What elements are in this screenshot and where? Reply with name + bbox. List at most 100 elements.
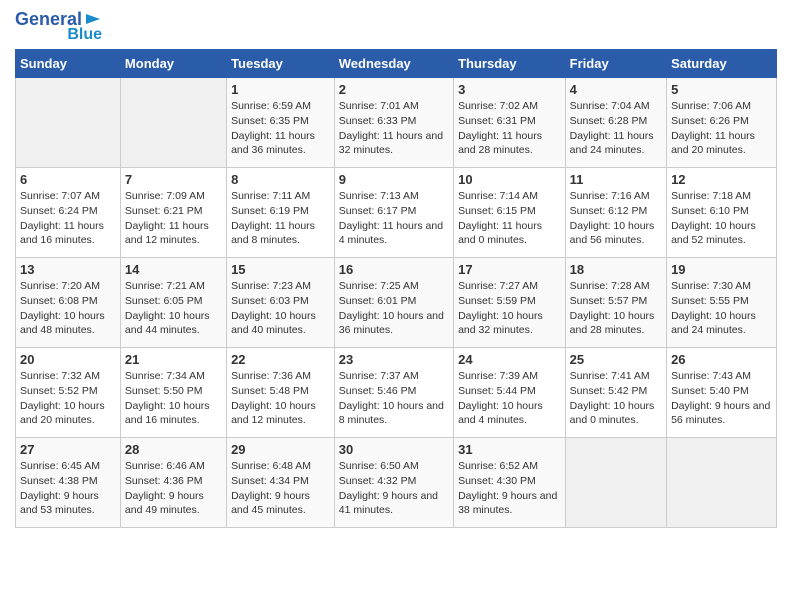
day-info: Sunrise: 6:45 AMSunset: 4:38 PMDaylight:… [20,459,116,518]
weekday-header-thursday: Thursday [454,50,566,78]
day-info: Sunrise: 7:34 AMSunset: 5:50 PMDaylight:… [125,369,222,428]
calendar-cell: 31Sunrise: 6:52 AMSunset: 4:30 PMDayligh… [454,438,566,528]
day-number: 3 [458,82,561,97]
calendar-cell: 6Sunrise: 7:07 AMSunset: 6:24 PMDaylight… [16,168,121,258]
calendar-cell [120,78,226,168]
day-number: 14 [125,262,222,277]
day-number: 24 [458,352,561,367]
day-number: 4 [570,82,662,97]
day-number: 20 [20,352,116,367]
calendar-cell: 10Sunrise: 7:14 AMSunset: 6:15 PMDayligh… [454,168,566,258]
day-info: Sunrise: 6:50 AMSunset: 4:32 PMDaylight:… [339,459,449,518]
calendar-cell: 18 Sunrise: 7:28 AMSunset: 5:57 PMDayligh… [565,258,666,348]
day-info: Sunrise: 7:43 AMSunset: 5:40 PMDaylight:… [671,369,772,428]
calendar-cell: 11 Sunrise: 7:16 AMSunset: 6:12 PMDayligh… [565,168,666,258]
day-info: Sunrise: 6:59 AMSunset: 6:35 PMDaylight:… [231,99,330,158]
weekday-header-tuesday: Tuesday [227,50,335,78]
calendar-cell [667,438,777,528]
calendar-cell: 30 Sunrise: 6:50 AMSunset: 4:32 PMDayligh… [334,438,453,528]
day-number: 27 [20,442,116,457]
calendar-cell: 22 Sunrise: 7:36 AMSunset: 5:48 PMDayligh… [227,348,335,438]
day-number: 26 [671,352,772,367]
day-info: Sunrise: 7:18 AMSunset: 6:10 PMDaylight:… [671,189,772,248]
weekday-header-friday: Friday [565,50,666,78]
day-info: Sunrise: 7:04 AMSunset: 6:28 PMDaylight:… [570,99,662,158]
day-info: Sunrise: 7:20 AMSunset: 6:08 PMDaylight:… [20,279,116,338]
calendar-cell: 26 Sunrise: 7:43 AMSunset: 5:40 PMDayligh… [667,348,777,438]
day-number: 12 [671,172,772,187]
page-header: General Blue [15,10,777,43]
calendar-cell: 19 Sunrise: 7:30 AMSunset: 5:55 PMDayligh… [667,258,777,348]
day-number: 9 [339,172,449,187]
day-number: 15 [231,262,330,277]
calendar-cell: 5 Sunrise: 7:06 AMSunset: 6:26 PMDaylight… [667,78,777,168]
day-number: 19 [671,262,772,277]
day-number: 31 [458,442,561,457]
calendar-cell: 8Sunrise: 7:11 AMSunset: 6:19 PMDaylight… [227,168,335,258]
day-info: Sunrise: 7:21 AMSunset: 6:05 PMDaylight:… [125,279,222,338]
calendar-cell: 7 Sunrise: 7:09 AMSunset: 6:21 PMDaylight… [120,168,226,258]
calendar-cell: 29 Sunrise: 6:48 AMSunset: 4:34 PMDayligh… [227,438,335,528]
calendar-week-5: 27 Sunrise: 6:45 AMSunset: 4:38 PMDayligh… [16,438,777,528]
weekday-header-monday: Monday [120,50,226,78]
calendar-cell: 4 Sunrise: 7:04 AMSunset: 6:28 PMDaylight… [565,78,666,168]
logo-blue: Blue [67,26,102,44]
day-info: Sunrise: 7:02 AMSunset: 6:31 PMDaylight:… [458,99,561,158]
day-number: 28 [125,442,222,457]
calendar-cell: 9Sunrise: 7:13 AMSunset: 6:17 PMDaylight… [334,168,453,258]
day-number: 18 [570,262,662,277]
logo: General Blue [15,10,102,43]
day-number: 6 [20,172,116,187]
day-number: 22 [231,352,330,367]
day-number: 13 [20,262,116,277]
day-number: 8 [231,172,330,187]
calendar-cell [16,78,121,168]
calendar-cell [565,438,666,528]
calendar-week-4: 20 Sunrise: 7:32 AMSunset: 5:52 PMDayligh… [16,348,777,438]
calendar-cell: 16 Sunrise: 7:25 AMSunset: 6:01 PMDayligh… [334,258,453,348]
day-info: Sunrise: 6:48 AMSunset: 4:34 PMDaylight:… [231,459,330,518]
day-info: Sunrise: 7:32 AMSunset: 5:52 PMDaylight:… [20,369,116,428]
day-info: Sunrise: 7:39 AMSunset: 5:44 PMDaylight:… [458,369,561,428]
day-number: 2 [339,82,449,97]
calendar-week-2: 6Sunrise: 7:07 AMSunset: 6:24 PMDaylight… [16,168,777,258]
day-number: 11 [570,172,662,187]
day-info: Sunrise: 7:23 AMSunset: 6:03 PMDaylight:… [231,279,330,338]
day-info: Sunrise: 7:01 AMSunset: 6:33 PMDaylight:… [339,99,449,158]
day-info: Sunrise: 7:28 AMSunset: 5:57 PMDaylight:… [570,279,662,338]
calendar-cell: 14 Sunrise: 7:21 AMSunset: 6:05 PMDayligh… [120,258,226,348]
calendar-week-1: 1 Sunrise: 6:59 AMSunset: 6:35 PMDaylight… [16,78,777,168]
day-info: Sunrise: 7:25 AMSunset: 6:01 PMDaylight:… [339,279,449,338]
calendar-body: 1 Sunrise: 6:59 AMSunset: 6:35 PMDaylight… [16,78,777,528]
calendar-cell: 12 Sunrise: 7:18 AMSunset: 6:10 PMDayligh… [667,168,777,258]
day-info: Sunrise: 7:14 AMSunset: 6:15 PMDaylight:… [458,189,561,248]
calendar-cell: 21 Sunrise: 7:34 AMSunset: 5:50 PMDayligh… [120,348,226,438]
calendar-cell: 15 Sunrise: 7:23 AMSunset: 6:03 PMDayligh… [227,258,335,348]
calendar-cell: 25Sunrise: 7:41 AMSunset: 5:42 PMDayligh… [565,348,666,438]
calendar-cell: 20 Sunrise: 7:32 AMSunset: 5:52 PMDayligh… [16,348,121,438]
calendar-cell: 2 Sunrise: 7:01 AMSunset: 6:33 PMDaylight… [334,78,453,168]
day-info: Sunrise: 7:30 AMSunset: 5:55 PMDaylight:… [671,279,772,338]
calendar-cell: 28 Sunrise: 6:46 AMSunset: 4:36 PMDayligh… [120,438,226,528]
calendar-cell: 27 Sunrise: 6:45 AMSunset: 4:38 PMDayligh… [16,438,121,528]
weekday-header-row: SundayMondayTuesdayWednesdayThursdayFrid… [16,50,777,78]
day-info: Sunrise: 6:46 AMSunset: 4:36 PMDaylight:… [125,459,222,518]
calendar-cell: 13 Sunrise: 7:20 AMSunset: 6:08 PMDayligh… [16,258,121,348]
day-number: 23 [339,352,449,367]
day-info: Sunrise: 7:16 AMSunset: 6:12 PMDaylight:… [570,189,662,248]
day-info: Sunrise: 7:09 AMSunset: 6:21 PMDaylight:… [125,189,222,248]
day-number: 5 [671,82,772,97]
day-number: 16 [339,262,449,277]
day-number: 7 [125,172,222,187]
day-number: 21 [125,352,222,367]
day-info: Sunrise: 7:37 AMSunset: 5:46 PMDaylight:… [339,369,449,428]
calendar-cell: 24 Sunrise: 7:39 AMSunset: 5:44 PMDayligh… [454,348,566,438]
calendar-cell: 17Sunrise: 7:27 AMSunset: 5:59 PMDayligh… [454,258,566,348]
day-info: Sunrise: 7:06 AMSunset: 6:26 PMDaylight:… [671,99,772,158]
calendar-cell: 23 Sunrise: 7:37 AMSunset: 5:46 PMDayligh… [334,348,453,438]
day-info: Sunrise: 7:36 AMSunset: 5:48 PMDaylight:… [231,369,330,428]
day-number: 1 [231,82,330,97]
weekday-header-wednesday: Wednesday [334,50,453,78]
day-number: 29 [231,442,330,457]
day-number: 30 [339,442,449,457]
